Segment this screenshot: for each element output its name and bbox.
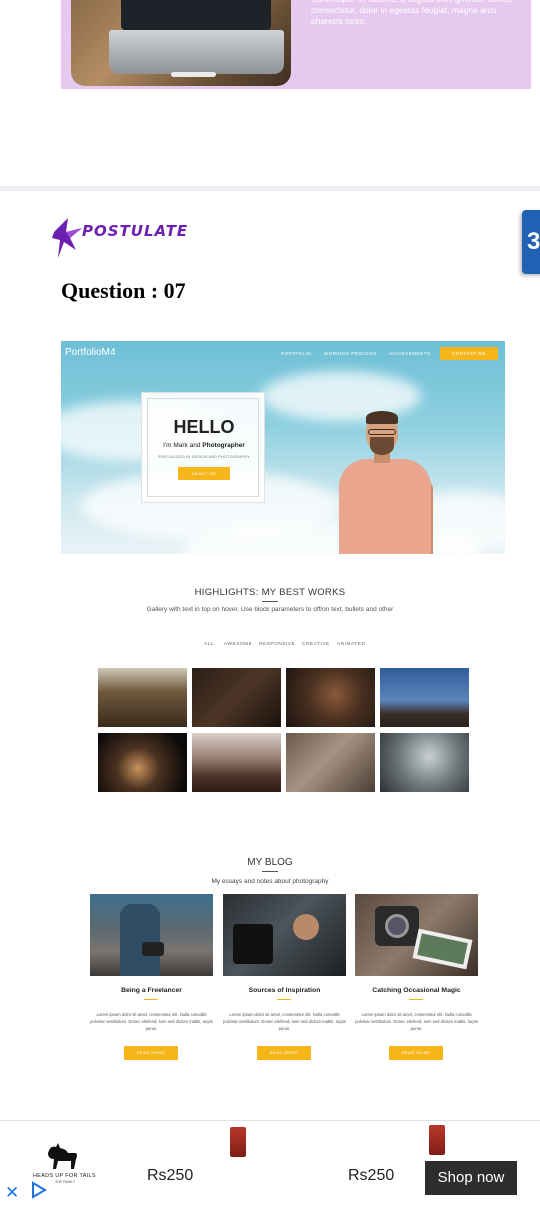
nav-portfolio[interactable]: PORTFOLIO (281, 351, 311, 356)
ad-product-image[interactable] (230, 1127, 246, 1157)
postulate-logo-text: POSTULATE (82, 222, 189, 240)
man-shirt (339, 459, 431, 554)
post-title-rule (409, 999, 423, 1000)
highlights-title: HIGHLIGHTS: MY BEST WORKS (194, 587, 346, 598)
title-rule (262, 601, 278, 602)
man-beard (370, 437, 394, 455)
section-divider (0, 186, 540, 191)
ad-price[interactable]: Rs250 (348, 1167, 394, 1185)
ad-brand-name: HEADS UP FOR TAILS (33, 1173, 96, 1179)
top-feature-card: scelerisque. In lobortis, a sagittis ero… (61, 0, 531, 89)
read-more-button[interactable]: READ MORE (124, 1046, 178, 1060)
ad-product-image[interactable] (429, 1125, 445, 1155)
portfolio-hero: PortfolioM4 PORTFOLIO WORKING PROCESS AC… (61, 341, 505, 554)
gallery-image-forest[interactable] (98, 668, 187, 727)
ad-banner[interactable]: HEADS UP FOR TAILS THE FAMILY Rs250 Rs25… (0, 1120, 540, 1205)
gallery-image-jacket[interactable] (286, 668, 375, 727)
laptop-trackpad (171, 72, 216, 77)
laptop-photo (71, 0, 291, 86)
close-icon[interactable]: ✕ (5, 1183, 19, 1203)
read-more-button[interactable]: READ MORE (389, 1046, 443, 1060)
hello-title: HELLO (173, 417, 235, 437)
ad-brand-tagline: THE FAMILY (55, 1180, 76, 1184)
filter-animated[interactable]: ANIMATED (337, 642, 365, 647)
hello-card-frame: HELLO I'm Mark and Photographer SPECIALI… (147, 398, 259, 497)
blog-post-excerpt: Lorem ipsum dolor sit amet, consectetur … (223, 1012, 346, 1031)
filter-creative[interactable]: CREATIVE (302, 642, 330, 647)
blog-post-excerpt: Lorem ipsum dolor sit amet, consectetur … (90, 1012, 213, 1031)
gallery-image-hills[interactable] (192, 733, 281, 792)
blog-post-image[interactable] (223, 894, 346, 976)
blog-post-image[interactable] (355, 894, 478, 976)
postulate-logo-icon (52, 218, 82, 258)
blog-post-title[interactable]: Catching Occasional Magic (355, 987, 478, 994)
shop-now-button[interactable]: Shop now (425, 1161, 517, 1195)
blog-post-image[interactable] (90, 894, 213, 976)
contact-me-button[interactable]: CONTACT ME (440, 347, 498, 360)
hello-card: HELLO I'm Mark and Photographer SPECIALI… (141, 392, 265, 503)
nav-achievements[interactable]: ACHIEVEMENTS (389, 351, 431, 356)
post-title-rule (144, 999, 158, 1000)
man-glasses (368, 429, 396, 435)
gallery-image-sky[interactable] (380, 668, 469, 727)
title-rule (262, 871, 278, 872)
nav-working-process[interactable]: WORKING PROCESS (324, 351, 377, 356)
filter-responsive[interactable]: RESPONSIVE (259, 642, 295, 647)
hello-subtitle: I'm Mark and Photographer (163, 442, 245, 449)
laptop-screen (121, 0, 271, 30)
hero-brand[interactable]: PortfolioM4 (65, 347, 116, 358)
post-title-rule (277, 999, 291, 1000)
adchoices-play-icon[interactable] (30, 1181, 48, 1199)
highlights-subtitle: Gallery with text in top on hover. Use b… (146, 606, 394, 613)
gallery-image-books[interactable] (286, 733, 375, 792)
filter-awesome[interactable]: AWESOME (224, 642, 252, 647)
question-heading: Question : 07 (61, 278, 186, 303)
blog-subtitle: My essays and notes about photography (211, 878, 329, 885)
hello-specialization: SPECIALIZED IN DESIGN AND PHOTOGRAPHY (158, 455, 250, 459)
blog-post-title[interactable]: Being a Freelancer (90, 987, 213, 994)
ad-price[interactable]: Rs250 (147, 1167, 193, 1185)
blog-post-excerpt: Lorem ipsum dolor sit amet, consectetur … (355, 1012, 478, 1031)
blog-title: MY BLOG (247, 857, 293, 868)
gallery-image-room[interactable] (192, 668, 281, 727)
gallery-image-hiker[interactable] (380, 733, 469, 792)
read-more-button[interactable]: READ MORE (257, 1046, 311, 1060)
man-hair (366, 411, 398, 424)
laptop-keyboard (109, 30, 284, 74)
card-description: scelerisque. In lobortis, a sagittis ero… (311, 0, 512, 26)
blog-post-title[interactable]: Sources of Inspiration (223, 987, 346, 994)
css3-badge-icon: 3 (522, 210, 540, 274)
about-me-button[interactable]: ABOUT ME (178, 467, 230, 480)
dog-logo-icon (48, 1143, 77, 1169)
gallery-image-portrait[interactable] (98, 733, 187, 792)
filter-all[interactable]: ALL (204, 642, 214, 647)
